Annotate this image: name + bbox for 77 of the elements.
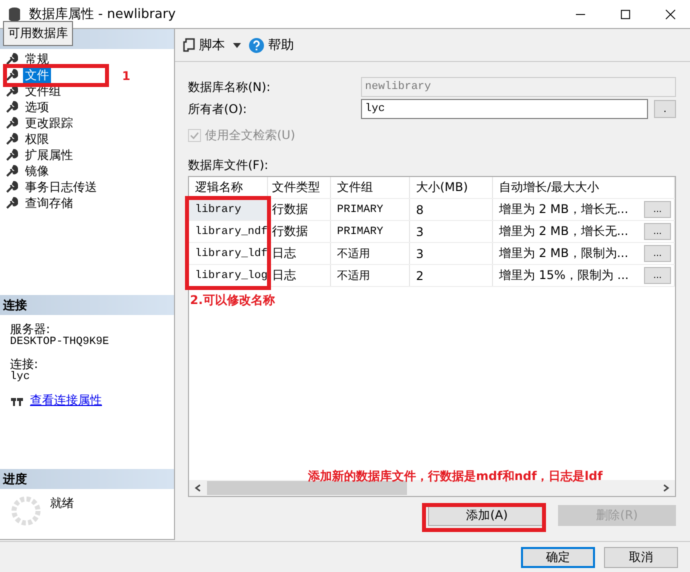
section-title: 连接 [3,296,27,314]
column-header[interactable]: 文件类型 [268,177,331,198]
server-name: DESKTOP-THQ9K9E [10,336,110,349]
connection-properties-link[interactable]: 查看连接属性 [30,392,102,409]
wrench-icon [6,117,18,129]
database-name-field[interactable]: newlibrary [361,77,676,97]
table-cell: 2 [410,265,493,286]
help-icon [249,38,264,52]
table-cell: PRIMARY [331,221,410,242]
wrench-icon [6,85,18,97]
page-item[interactable]: 事务日志传送 [23,178,99,196]
database-icon [8,6,21,22]
wrench-icon [6,133,18,145]
page-item[interactable]: 选项 [23,98,51,116]
close-icon[interactable] [665,8,676,20]
annotation-text: 2.可以修改名称 [190,292,275,309]
page-item[interactable]: 更改跟踪 [23,114,75,132]
tooltip: 可用数据库 [3,21,73,46]
table-cell[interactable]: library_ndf [189,221,268,242]
connection-user: lyc [10,371,31,384]
owner-field[interactable]: lyc [361,99,648,119]
browse-button[interactable]: . [654,100,676,118]
table-cell: PRIMARY [331,199,410,220]
script-icon [183,38,195,52]
script-button[interactable]: 脚本 [183,36,225,54]
table-cell: 8 [410,199,493,220]
table-cell: 行数据 [268,221,331,242]
scroll-left-icon[interactable] [194,484,202,492]
table-cell[interactable]: library_ldf [189,243,268,264]
checkbox-label: 使用全文检索(U) [205,126,296,144]
wrench-icon [6,165,18,177]
annotation-text: 1 [122,69,130,83]
table-cell: 3 [410,221,493,242]
spinner-icon [10,495,42,527]
ellipsis-button[interactable]: ... [644,201,671,218]
wrench-icon [6,69,18,81]
table-cell: 日志 [268,243,331,264]
column-header[interactable]: 逻辑名称 [189,177,268,198]
field-label: 数据库名称(N): [188,78,272,96]
maximize-icon[interactable] [620,8,631,20]
progress-status: 就绪 [50,495,74,512]
wrench-icon [6,149,18,161]
page-item[interactable]: 常规 [23,50,51,68]
table-cell: 不适用 [331,243,410,264]
column-header[interactable]: 文件组 [331,177,410,198]
ellipsis-button[interactable]: ... [644,223,671,240]
table-cell: 日志 [268,265,331,286]
connection-label: 连接: [10,358,40,371]
cancel-button[interactable]: 取消 [604,546,678,568]
column-header[interactable]: 自动增长/最大大小 [493,177,675,198]
wrench-icon [6,101,18,113]
server-label: 服务器: [10,323,52,336]
table-cell[interactable]: library [189,199,268,220]
table-cell[interactable]: library_log [189,265,268,286]
page-item[interactable]: 扩展属性 [23,146,75,164]
table-cell: 行数据 [268,199,331,220]
window-title: 数据库属性 - newlibrary [29,6,176,23]
ellipsis-button[interactable]: ... [644,267,671,284]
scroll-right-icon[interactable] [662,484,670,492]
files-label: 数据库文件(F): [188,157,270,174]
wrench-icon [6,181,18,193]
field-label: 所有者(O): [188,100,248,118]
page-item[interactable]: 查询存储 [23,194,75,212]
table-cell: 不适用 [331,265,410,286]
wrench-icon [6,53,18,65]
section-title: 进度 [3,470,27,488]
page-item[interactable]: 权限 [23,130,51,148]
help-button[interactable]: 帮助 [249,36,294,54]
table-cell: 3 [410,243,493,264]
annotation-text: 添加新的数据库文件，行数据是mdf和ndf，日志是ldf [308,468,603,485]
column-header[interactable]: 大小(MB) [410,177,493,198]
page-item[interactable]: 镜像 [23,162,51,180]
ellipsis-button[interactable]: ... [644,245,671,262]
scrollbar-thumb[interactable] [207,481,407,495]
wrench-icon [6,197,18,209]
dropdown-caret-icon[interactable] [233,42,241,48]
ok-button[interactable]: 确定 [521,546,595,568]
